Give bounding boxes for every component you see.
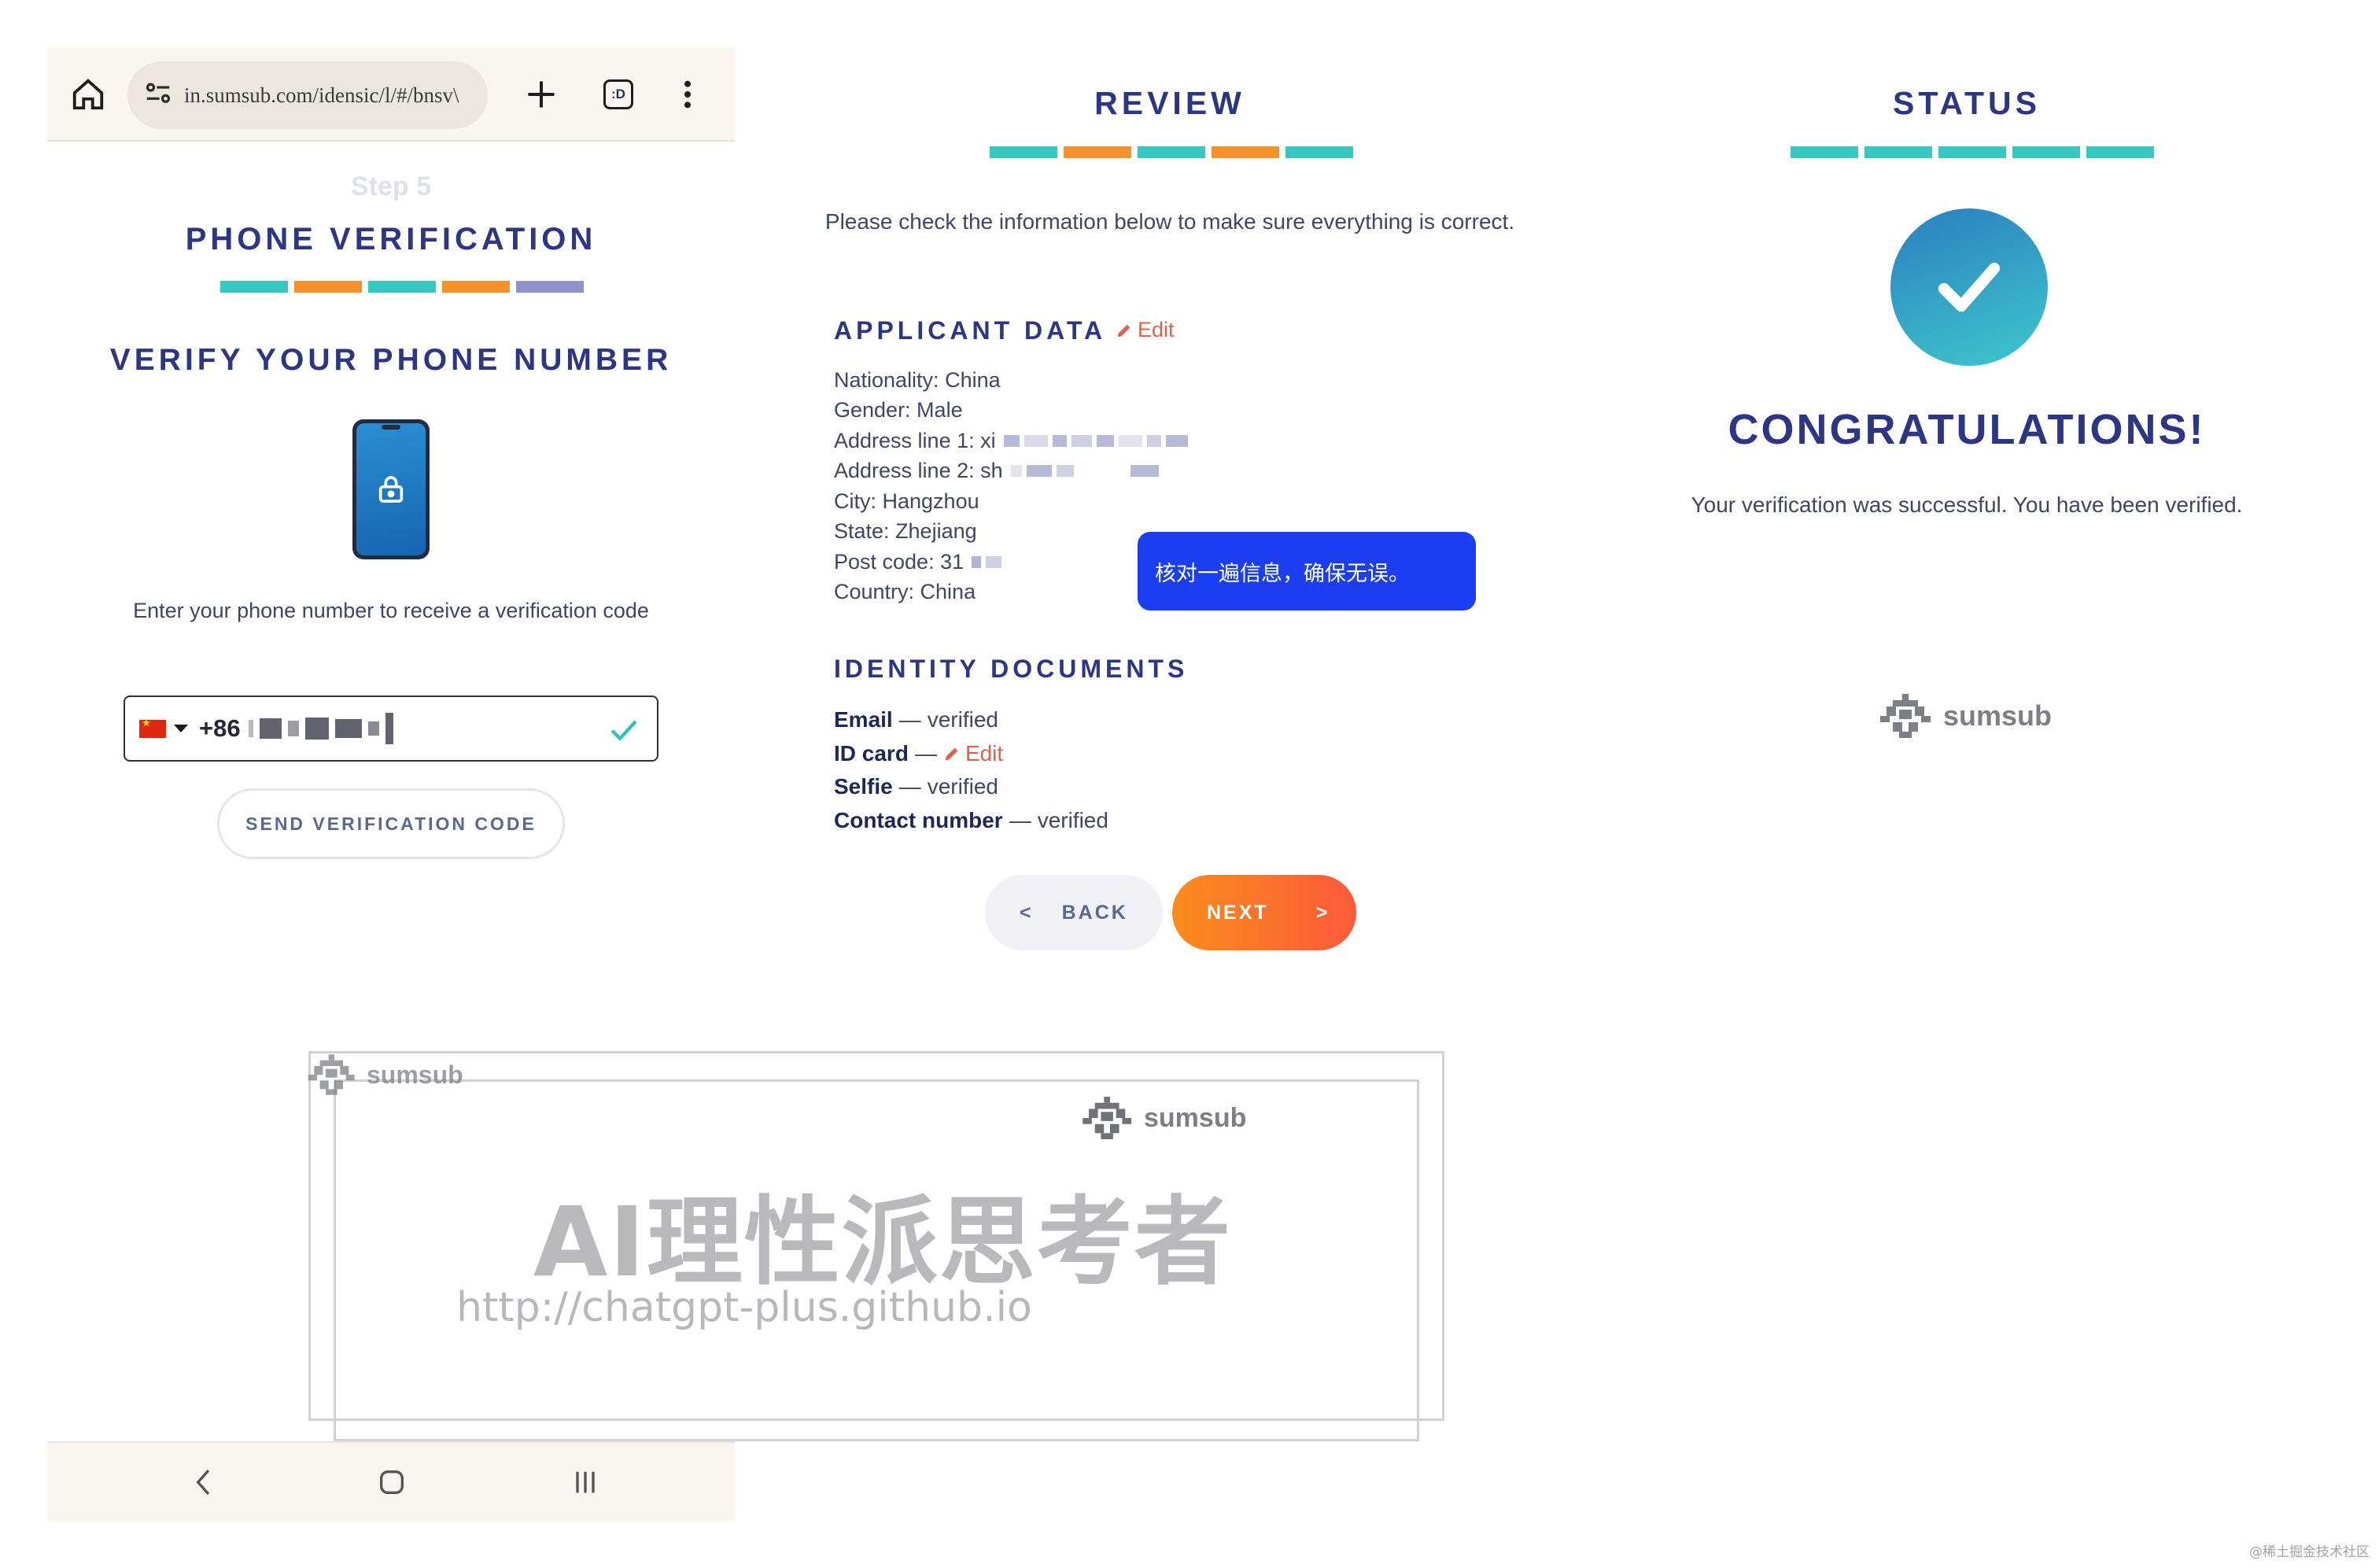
progress-segment (1938, 146, 2006, 158)
pencil-icon (1117, 324, 1130, 337)
progress-segment (368, 281, 436, 293)
review-title: REVIEW (1094, 85, 1245, 121)
verification-success-message: Your verification was successful. You ha… (1691, 493, 2243, 517)
redacted-address-1 (1003, 434, 1188, 447)
progress-segment (1138, 146, 1205, 158)
progress-segment (294, 281, 362, 293)
nav-back-icon[interactable] (189, 1467, 220, 1501)
next-button[interactable]: NEXT > (1172, 875, 1356, 950)
field-country: Country: China (834, 580, 976, 604)
verify-phone-heading: VERIFY YOUR PHONE NUMBER (109, 343, 673, 377)
phone-verification-title: PHONE VERIFICATION (185, 222, 597, 256)
edit-applicant-link[interactable]: Edit (1116, 318, 1175, 342)
redacted-post-code (972, 555, 1002, 568)
country-dropdown-icon[interactable] (174, 725, 188, 732)
tab-count: :D (603, 79, 633, 109)
more-menu-icon[interactable] (664, 71, 711, 118)
redacted-address-2 (1010, 465, 1159, 478)
identity-documents-title: IDENTITY DOCUMENTS (834, 655, 1189, 683)
next-label: NEXT (1207, 901, 1269, 924)
back-label: BACK (1061, 901, 1128, 924)
sumsub-wordmark: sumsub (1943, 699, 2053, 732)
field-gender: Gender: Male (834, 398, 963, 422)
review-tooltip: 核对一遍信息，确保无误。 (1138, 532, 1476, 611)
field-address-line-2: Address line 2: sh (834, 456, 1188, 487)
progress-segment (1791, 146, 1858, 158)
field-city: City: Hangzhou (834, 489, 979, 513)
watermark-title: AI理性派思考者 (533, 1186, 1232, 1298)
source-credit: @稀土掘金技术社区 (2249, 1544, 2370, 1560)
progress-segment (442, 281, 510, 293)
new-tab-icon[interactable] (518, 71, 565, 118)
doc-email: Email — verified (834, 707, 998, 732)
address-bar[interactable]: in.sumsub.com/idensic/l/#/bnsv\ (127, 61, 488, 129)
applicant-data-title: APPLICANT DATA (834, 316, 1107, 345)
send-verification-code-button[interactable]: SEND VERIFICATION CODE (217, 788, 565, 859)
nav-recents-icon[interactable] (570, 1467, 601, 1501)
progress-segment (990, 146, 1057, 158)
field-post-code: Post code: 31 (834, 547, 1188, 577)
nav-home-icon[interactable] (376, 1467, 408, 1501)
edit-id-card-link[interactable]: Edit (943, 741, 1003, 766)
status-progress-bar (1791, 146, 2154, 158)
phone-instructions: Enter your phone number to receive a ver… (133, 599, 649, 622)
doc-id-card: ID card — Edit (834, 740, 1004, 766)
watermark-sumsub-small: sumsub (308, 1054, 463, 1095)
pencil-icon (945, 747, 958, 760)
identity-documents-list: Email — verified ID card — Edit Selfie — veri… (834, 703, 1108, 837)
edit-applicant-label: Edit (1138, 318, 1175, 341)
progress-segment (1864, 146, 1932, 158)
progress-segment (2086, 146, 2154, 158)
tab-switcher-button[interactable]: :D (595, 71, 642, 118)
back-arrow-icon: < (1020, 901, 1034, 924)
valid-check-icon (608, 716, 640, 746)
progress-segment (2012, 146, 2080, 158)
congratulations-heading: CONGRATULATIONS! (1728, 406, 2206, 453)
sumsub-mark-icon (1880, 694, 1931, 738)
field-address-line-1: Address line 1: xi (834, 426, 1188, 456)
url-text: in.sumsub.com/idensic/l/#/bnsv\ (184, 83, 459, 107)
success-check-icon (1890, 208, 2048, 366)
redacted-phone-number (248, 713, 393, 744)
field-state: State: Zhejiang (834, 519, 977, 544)
dial-code: +86 (199, 714, 241, 742)
sumsub-logo: sumsub (1880, 694, 2052, 738)
china-flag-icon[interactable] (139, 718, 166, 738)
watermark-url: http://chatgpt-plus.github.io (456, 1284, 1032, 1331)
progress-segment (1212, 146, 1279, 158)
phone-number-input[interactable]: +86 (124, 695, 658, 762)
review-instructions: Please check the information below to ma… (824, 209, 1515, 234)
doc-contact-number: Contact number — verified (834, 807, 1108, 832)
site-settings-icon[interactable] (143, 79, 173, 112)
field-nationality: Nationality: China (834, 367, 1001, 392)
progress-segment (516, 281, 584, 293)
step-progress-bar (220, 281, 584, 293)
sumsub-mark-icon (308, 1054, 355, 1095)
lock-icon (378, 476, 404, 503)
phone-lock-illustration (352, 419, 430, 559)
progress-segment (220, 281, 288, 293)
back-button[interactable]: < BACK (985, 875, 1163, 950)
browser-toolbar: in.sumsub.com/idensic/l/#/bnsv\ :D (47, 47, 735, 142)
status-title: STATUS (1893, 85, 2041, 121)
sumsub-mark-icon (1083, 1097, 1131, 1139)
watermark-sumsub-large: sumsub (1083, 1097, 1246, 1139)
step-label: Step 5 (350, 172, 432, 201)
applicant-fields: Nationality: China Gender: Male Address … (834, 365, 1188, 607)
home-icon[interactable] (65, 71, 112, 118)
progress-segment (1064, 146, 1131, 158)
next-arrow-icon: > (1315, 901, 1330, 924)
doc-selfie: Selfie — verified (834, 774, 998, 799)
android-nav-bar (47, 1441, 735, 1522)
review-progress-bar (990, 146, 1353, 158)
progress-segment (1285, 146, 1353, 158)
